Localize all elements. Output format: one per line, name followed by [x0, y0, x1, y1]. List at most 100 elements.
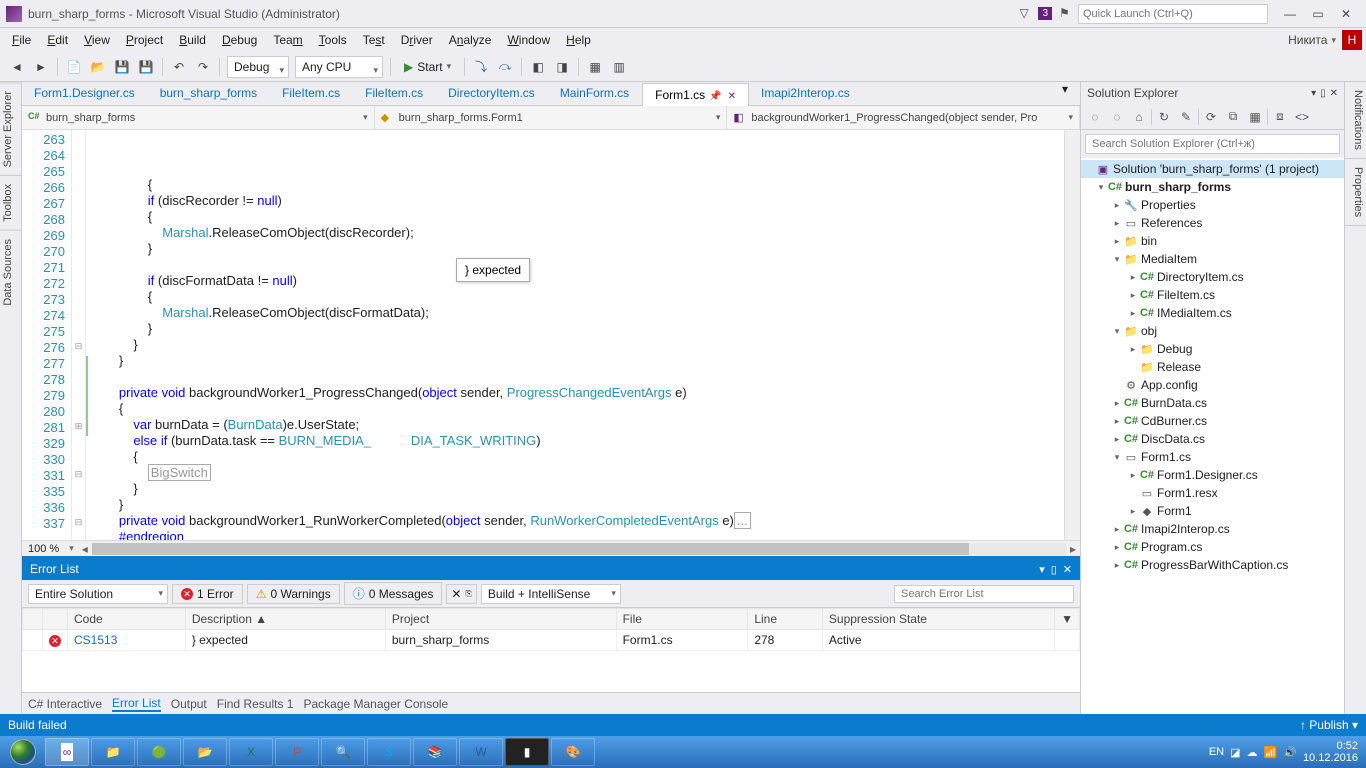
taskbar-app-excel[interactable]: X: [229, 738, 273, 766]
sx-showall-icon[interactable]: ▦: [1245, 107, 1265, 127]
quick-launch-input[interactable]: [1078, 4, 1268, 24]
sx-pending-icon[interactable]: ✎: [1176, 107, 1196, 127]
tb-icon-b[interactable]: ◨: [551, 56, 573, 78]
panel-pin-icon[interactable]: ▯: [1320, 88, 1326, 99]
code-editor[interactable]: 2632642652662672682692702712722732742752…: [22, 130, 1080, 540]
sx-properties-icon[interactable]: ⧈: [1270, 107, 1290, 127]
col-description[interactable]: Description ▲: [185, 609, 385, 630]
sx-fwd-icon[interactable]: ◌: [1107, 107, 1127, 127]
sx-refresh-icon[interactable]: ⟳: [1201, 107, 1221, 127]
errors-filter-chip[interactable]: ✕1 Error: [172, 584, 243, 604]
build-intellisense-combo[interactable]: Build + IntelliSense: [481, 584, 621, 604]
error-scope-combo[interactable]: Entire Solution: [28, 584, 168, 604]
feedback-flag-icon[interactable]: ⚑: [1059, 6, 1075, 22]
sx-viewcode-icon[interactable]: <>: [1292, 107, 1312, 127]
taskbar-app-word[interactable]: W: [459, 738, 503, 766]
zoom-level[interactable]: 100 %: [22, 543, 65, 555]
doc-tab[interactable]: burn_sharp_forms: [148, 82, 270, 105]
doc-tab[interactable]: Imapi2Interop.cs: [749, 82, 863, 105]
menu-driver[interactable]: Driver: [393, 30, 441, 50]
menu-debug[interactable]: Debug: [214, 30, 265, 50]
data-sources-tab[interactable]: Data Sources: [0, 230, 21, 314]
menu-test[interactable]: Test: [355, 30, 393, 50]
taskbar-app-chrome[interactable]: 🟢: [137, 738, 181, 766]
taskbar-app-ppt[interactable]: P: [275, 738, 319, 766]
taskbar-app-magnifier[interactable]: 🔍: [321, 738, 365, 766]
error-search-input[interactable]: [894, 585, 1074, 603]
tb-icon-c[interactable]: ▦: [584, 56, 606, 78]
taskbar-app-winrar[interactable]: 📚: [413, 738, 457, 766]
bottom-tab-errorlist[interactable]: Error List: [112, 696, 161, 712]
sx-sync-icon[interactable]: ↻: [1154, 107, 1174, 127]
col-file[interactable]: File: [616, 609, 748, 630]
tb-icon-d[interactable]: ▥: [608, 56, 630, 78]
tree-node[interactable]: ▸📁bin: [1081, 232, 1344, 250]
tray-action-center-icon[interactable]: ◪: [1230, 746, 1240, 759]
save-all-button[interactable]: 💾: [135, 56, 157, 78]
minimize-button[interactable]: —: [1276, 4, 1304, 24]
taskbar-app-cmd[interactable]: ▮: [505, 738, 549, 766]
bottom-tab-output[interactable]: Output: [171, 697, 207, 711]
nav-fwd-button[interactable]: ►: [30, 56, 52, 78]
tray-clock[interactable]: 0:52 10.12.2016: [1303, 740, 1358, 764]
tb-icon-a[interactable]: ◧: [527, 56, 549, 78]
error-row[interactable]: ✕ CS1513 } expected burn_sharp_forms For…: [23, 630, 1080, 651]
tree-node[interactable]: ▸🔧Properties: [1081, 196, 1344, 214]
tree-node[interactable]: ▸📁Debug: [1081, 340, 1344, 358]
code-surface[interactable]: { if (discRecorder != null) { Marshal.Re…: [86, 130, 1064, 540]
tree-node[interactable]: ▸▭References: [1081, 214, 1344, 232]
vertical-scrollbar[interactable]: [1064, 130, 1080, 540]
close-tab-icon[interactable]: ✕: [728, 91, 736, 102]
feedback-icon[interactable]: ▽: [1019, 6, 1035, 22]
properties-tab[interactable]: Properties: [1345, 159, 1366, 226]
menu-view[interactable]: View: [76, 30, 118, 50]
col-suppression[interactable]: Suppression State: [822, 609, 1054, 630]
sx-back-icon[interactable]: ◌: [1085, 107, 1105, 127]
horizontal-scrollbar[interactable]: 100 % ▾ ◂ ▸: [22, 540, 1080, 556]
config-combo[interactable]: Debug: [227, 56, 289, 78]
nav-back-button[interactable]: ◄: [6, 56, 28, 78]
error-list-titlebar[interactable]: Error List ▾ ▯ ✕: [22, 558, 1080, 580]
error-grid[interactable]: Code Description ▲ Project File Line Sup…: [22, 608, 1080, 692]
tree-node[interactable]: ▸C#ProgressBarWithCaption.cs: [1081, 556, 1344, 574]
tree-node[interactable]: ▸C#DirectoryItem.cs: [1081, 268, 1344, 286]
panel-pin-icon[interactable]: ▯: [1051, 563, 1057, 576]
col-line[interactable]: Line: [748, 609, 823, 630]
menu-project[interactable]: Project: [118, 30, 171, 50]
bottom-tab-csi[interactable]: C# Interactive: [28, 697, 102, 711]
tree-node[interactable]: ▸C#Imapi2Interop.cs: [1081, 520, 1344, 538]
doc-tab-active[interactable]: Form1.cs📌✕: [642, 83, 749, 106]
menu-edit[interactable]: Edit: [39, 30, 76, 50]
warnings-filter-chip[interactable]: ⚠0 Warnings: [247, 584, 340, 604]
taskbar-app-folder[interactable]: 📂: [183, 738, 227, 766]
taskbar-app-skype[interactable]: S: [367, 738, 411, 766]
account-name[interactable]: Никита: [1288, 33, 1327, 47]
col-filter-icon[interactable]: ▼: [1055, 609, 1080, 630]
panel-dropdown-icon[interactable]: ▾: [1311, 88, 1316, 99]
tree-node[interactable]: ▸C#DiscData.cs: [1081, 430, 1344, 448]
solution-tree[interactable]: ▣ Solution 'burn_sharp_forms' (1 project…: [1081, 158, 1344, 714]
start-debug-button[interactable]: ▶Start ▾: [396, 56, 459, 78]
tree-node[interactable]: ▸C#Program.cs: [1081, 538, 1344, 556]
tree-node[interactable]: 📁Release: [1081, 358, 1344, 376]
platform-combo[interactable]: Any CPU: [295, 56, 383, 78]
nav-project-combo[interactable]: C#burn_sharp_forms▾: [22, 106, 375, 129]
solution-search-input[interactable]: [1085, 134, 1340, 154]
pin-icon[interactable]: 📌: [709, 91, 721, 102]
tray-lang[interactable]: EN: [1209, 746, 1224, 758]
nav-class-combo[interactable]: ◆burn_sharp_forms.Form1▾: [375, 106, 728, 129]
server-explorer-tab[interactable]: Server Explorer: [0, 82, 21, 175]
menu-build[interactable]: Build: [171, 30, 214, 50]
nav-member-combo[interactable]: ◧backgroundWorker1_ProgressChanged(objec…: [727, 106, 1080, 129]
tree-node[interactable]: ▸C#BurnData.cs: [1081, 394, 1344, 412]
tray-network-icon[interactable]: 📶: [1264, 746, 1278, 759]
menu-tools[interactable]: Tools: [311, 30, 355, 50]
redo-button[interactable]: ↷: [192, 56, 214, 78]
col-project[interactable]: Project: [385, 609, 616, 630]
fold-column[interactable]: ⊟⊞⊟⊟: [72, 130, 86, 540]
col-code[interactable]: Code: [68, 609, 186, 630]
bottom-tab-pmc[interactable]: Package Manager Console: [303, 697, 448, 711]
panel-close-icon[interactable]: ✕: [1330, 88, 1338, 99]
tree-node[interactable]: ▾📁obj: [1081, 322, 1344, 340]
solution-explorer-titlebar[interactable]: Solution Explorer ▾ ▯ ✕: [1081, 82, 1344, 104]
